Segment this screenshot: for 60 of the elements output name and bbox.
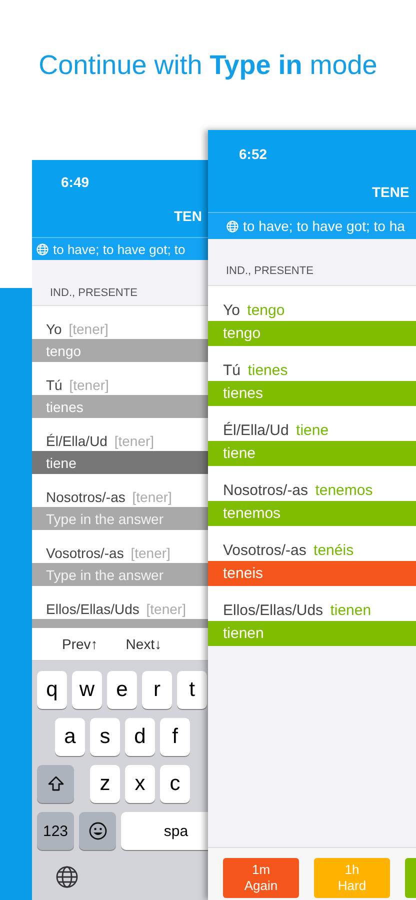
pronoun-label: Ellos/Ellas/Uds [223,602,324,619]
smiley-icon [88,821,108,841]
translation-text: to have; to have got; to [53,242,186,256]
translation-text: to have; to have got; to ha [243,218,405,234]
keyboard-key[interactable]: f [160,718,190,756]
pronoun-label: Vosotros/-as [46,545,124,561]
keyboard-key[interactable]: c [160,765,190,803]
answer-field: teneis [208,561,416,586]
status-time: 6:49 [60,174,90,190]
keyboard-key[interactable]: t [177,671,207,709]
keyboard-key[interactable]: x [125,765,155,803]
space-key[interactable]: spa [121,812,208,850]
pronoun-label: Yo [223,302,240,319]
keyboard-key[interactable]: a [55,718,85,756]
solution-text: tiene [296,422,329,439]
emoji-key[interactable] [79,812,116,850]
answer-field: tiene [208,441,416,466]
headline: Continue with Type in mode [38,50,378,81]
numbers-key[interactable]: 123 [37,812,74,850]
pronoun-label: Vosotros/-as [223,542,306,559]
screen-title: TENE [371,184,410,200]
keyboard-key[interactable]: d [125,718,155,756]
pronoun-label: Yo [46,321,62,337]
solution-text: tienes [248,362,288,379]
pronoun-label: Él/Ella/Ud [223,422,289,439]
pronoun-label: Nosotros/-as [223,482,308,499]
solution-text: tenemos [315,482,373,499]
hint-text: [tener] [132,489,172,505]
keyboard-key[interactable]: e [107,671,137,709]
shift-key[interactable] [37,765,74,803]
keyboard-key[interactable]: r [142,671,172,709]
keyboard-key[interactable]: z [90,765,120,803]
keyboard-key[interactable]: q [37,671,67,709]
answer-field: tienes [208,381,416,406]
solution-text: tenéis [314,542,354,559]
status-time: 6:52 [238,146,268,162]
keyboard-key[interactable]: w [72,671,102,709]
hint-text: [tener] [146,601,186,617]
solution-text: tienen [330,602,372,619]
answer-field: tienen [208,621,416,646]
pronoun-label: Tú [46,377,62,393]
keyboard-key[interactable]: s [90,718,120,756]
hint-text: [tener] [114,433,154,449]
nav-button[interactable]: Next↓ [126,636,162,652]
hint-text: [tener] [130,545,170,561]
globe-icon [226,220,239,232]
hint-text: [tener] [68,321,108,337]
answer-field: tengo [208,321,416,346]
pronoun-label: Tú [223,362,241,379]
solution-text: tengo [247,302,285,319]
pronoun-label: Nosotros/-as [46,489,126,505]
hint-text: [tener] [69,377,109,393]
pronoun-label: Él/Ella/Ud [46,433,108,449]
screen-title: TEN [173,208,203,224]
globe-icon [55,865,79,889]
globe-icon [36,242,49,256]
nav-button[interactable]: Prev↑ [62,636,98,652]
pronoun-label: Ellos/Ellas/Uds [46,601,140,617]
answer-field[interactable]: tiene [32,451,208,474]
answer-field: tenemos [208,501,416,526]
